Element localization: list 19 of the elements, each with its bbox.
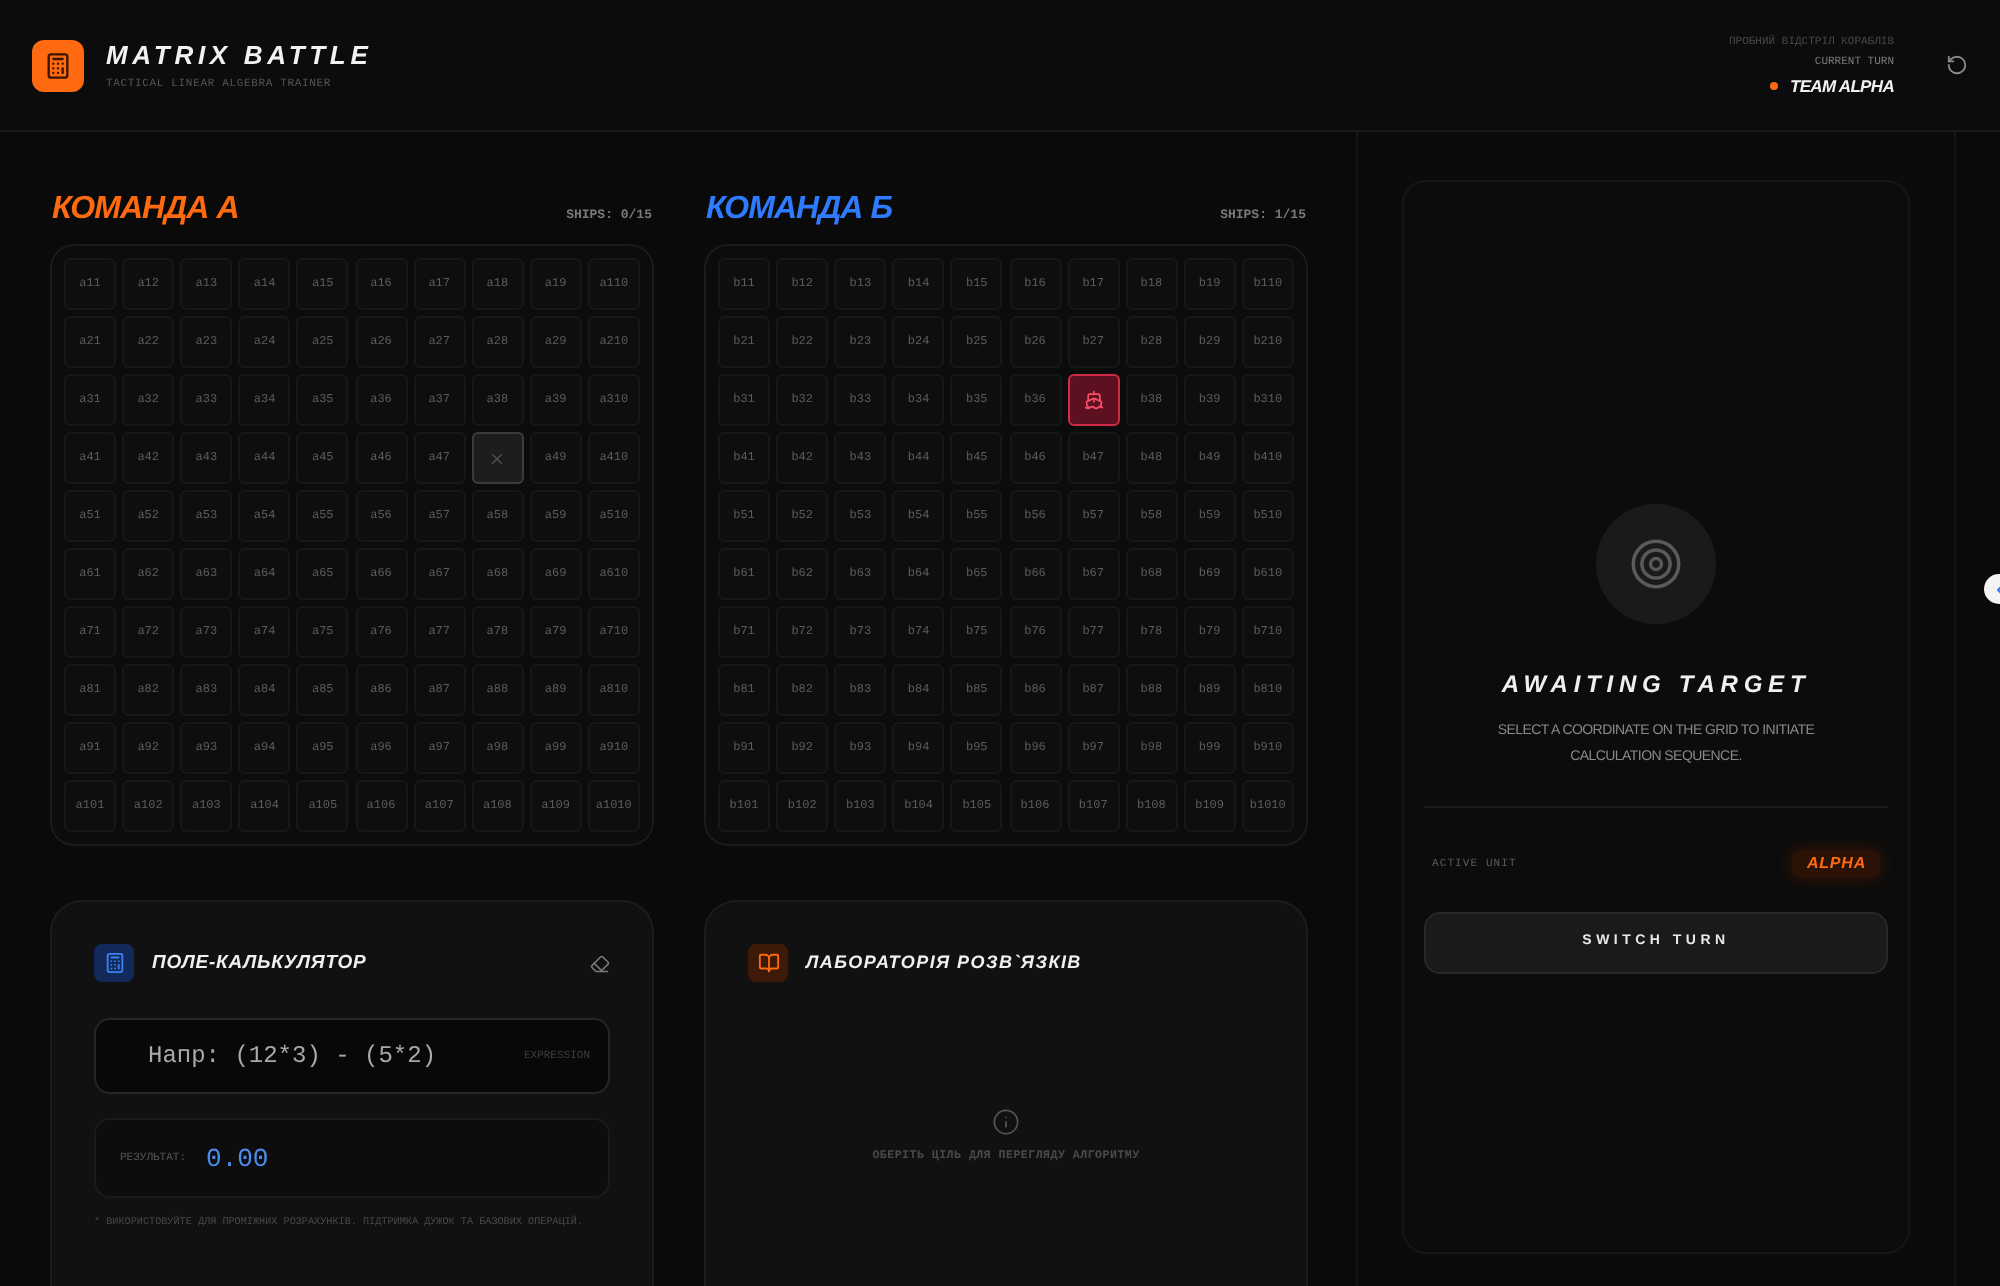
book-icon [748, 944, 788, 982]
ship-icon [1083, 390, 1104, 410]
reset-icon[interactable] [1946, 54, 1968, 76]
panel-title: ЛАБОРАТОРІЯ РОЗВ`ЯЗКІВ [806, 954, 1082, 972]
active-unit-badge: ALPHA [1792, 850, 1880, 878]
calculator-icon [94, 944, 134, 982]
result-value: 0.00 [206, 1145, 269, 1171]
grid-cell[interactable] [1067, 374, 1120, 426]
grid-cell[interactable] [471, 432, 524, 484]
app-title: MATRIX BATTLE [106, 41, 373, 68]
turn-team: TEAM ALPHA [1789, 77, 1894, 95]
eraser-icon[interactable] [590, 953, 610, 973]
info-icon [992, 1108, 1020, 1136]
team-title: КОМАНДА А [52, 194, 239, 226]
miss-x-icon [488, 449, 507, 467]
status-title: AWAITING TARGET [1501, 672, 1811, 696]
calculator-logo-icon [32, 39, 84, 91]
panel-title: ПОЛЕ-КАЛЬКУЛЯТОР [152, 953, 367, 973]
team-title: КОМАНДА Б [706, 194, 893, 226]
